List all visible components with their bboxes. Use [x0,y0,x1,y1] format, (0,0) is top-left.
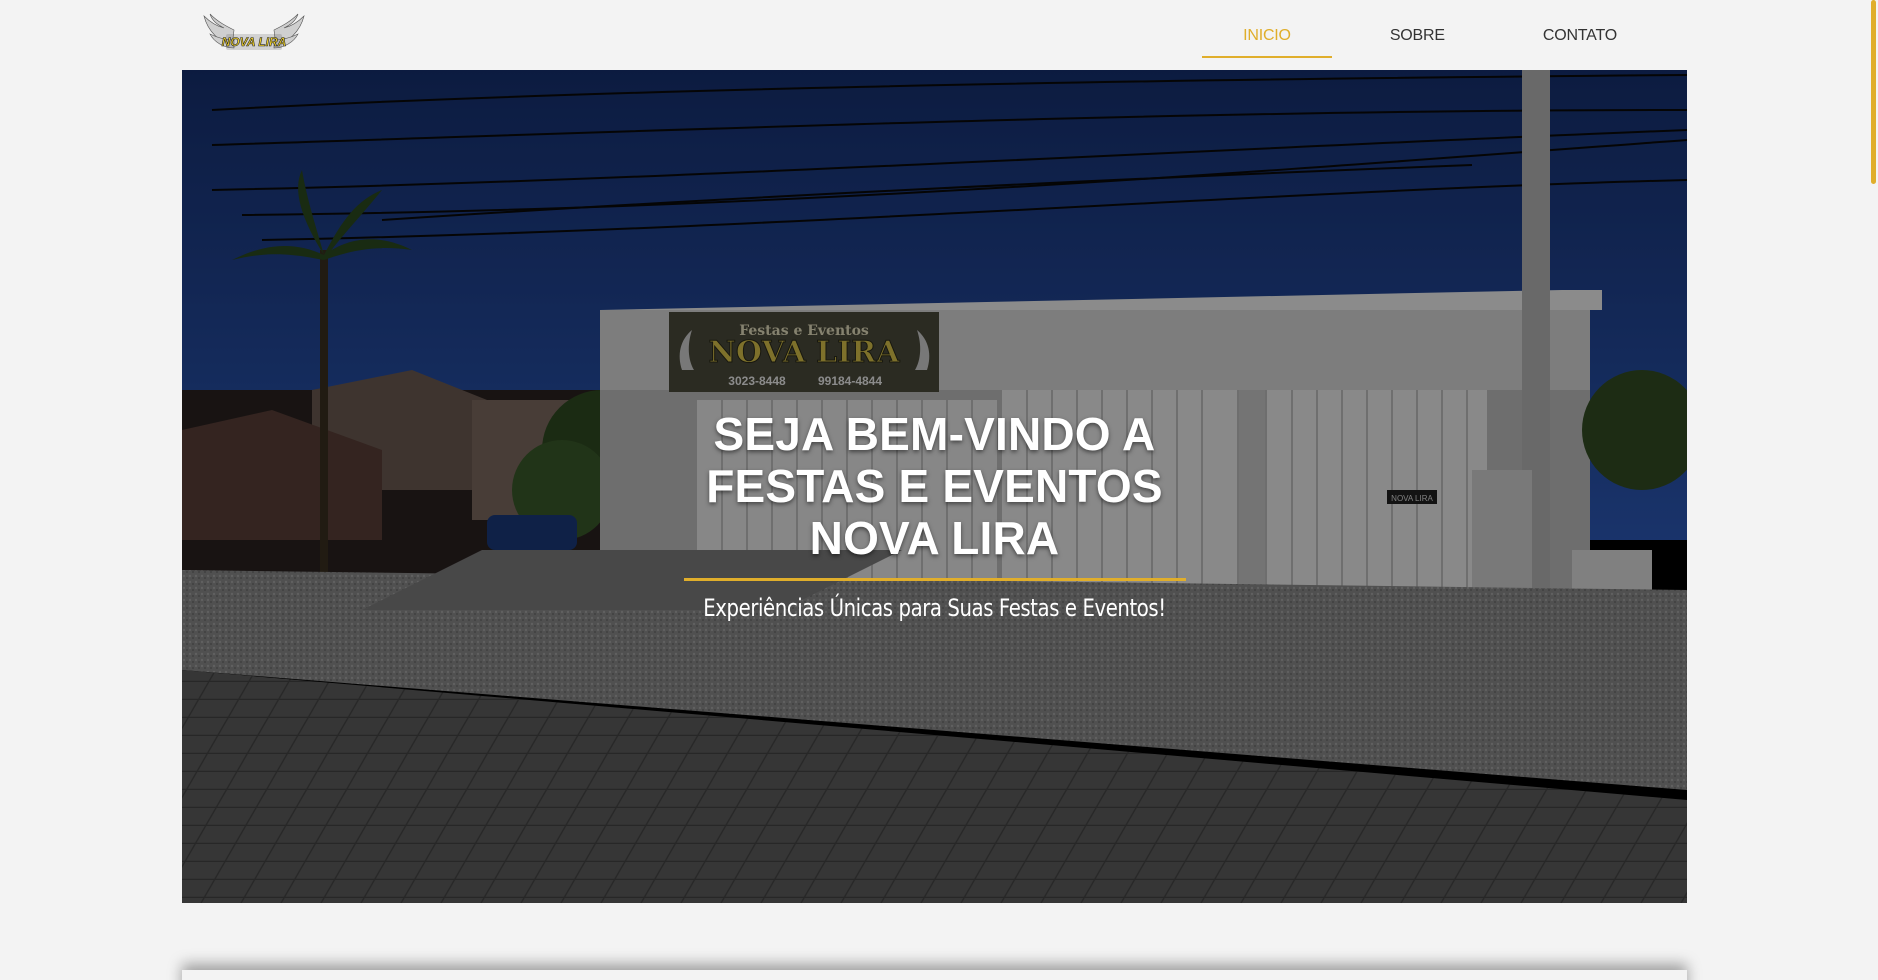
nav-item-contato[interactable]: CONTATO [1503,0,1657,58]
hero-divider [683,578,1186,581]
scrollbar[interactable] [1866,0,1878,980]
page: NOVA LIRA INICIO SOBRE CONTATO Festas e … [0,0,1878,980]
nav-item-sobre[interactable]: SOBRE [1332,0,1503,58]
main-nav: INICIO SOBRE CONTATO [1202,0,1657,70]
hero-banner: Festas e Eventos NOVA LIRA 3023-8448 991… [182,70,1687,903]
hero-content: SEJA BEM-VINDO A FESTAS E EVENTOS NOVA L… [182,408,1687,623]
wings-logo-icon: NOVA LIRA [203,13,305,50]
nav-item-inicio[interactable]: INICIO [1202,0,1332,58]
next-section-card [182,970,1687,980]
hero-subtitle: Experiências Únicas para Suas Festas e E… [703,594,1166,622]
logo-text: NOVA LIRA [222,35,287,49]
scrollbar-thumb[interactable] [1871,0,1876,184]
hero-title: SEJA BEM-VINDO A FESTAS E EVENTOS NOVA L… [706,408,1163,564]
logo[interactable]: NOVA LIRA [202,12,306,58]
site-header: NOVA LIRA INICIO SOBRE CONTATO [182,0,1687,70]
